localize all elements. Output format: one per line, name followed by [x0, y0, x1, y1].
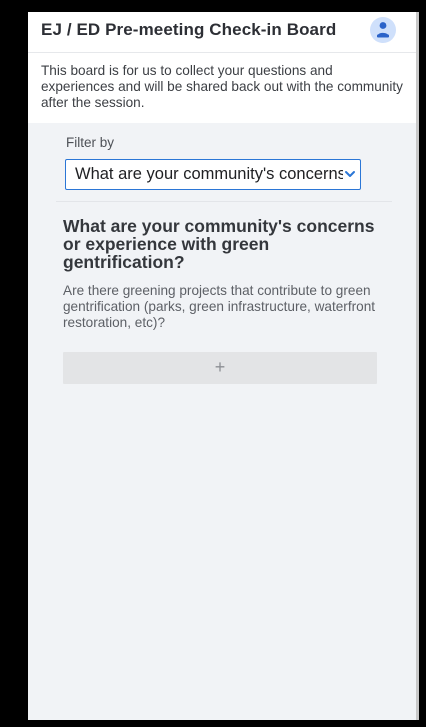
- avatar[interactable]: [370, 17, 396, 43]
- board-description-panel: This board is for us to collect your que…: [28, 53, 416, 123]
- section-divider: [56, 201, 392, 202]
- board-title: EJ / ED Pre-meeting Check-in Board: [41, 20, 337, 39]
- filter-label: Filter by: [66, 135, 115, 150]
- phone-frame: EJ / ED Pre-meeting Check-in Board This …: [0, 0, 426, 727]
- app-screen: EJ / ED Pre-meeting Check-in Board This …: [28, 12, 419, 720]
- top-bar: EJ / ED Pre-meeting Check-in Board: [28, 12, 416, 53]
- board-description: This board is for us to collect your que…: [41, 63, 403, 110]
- chevron-down-icon: [345, 171, 355, 177]
- question-title: What are your community's concerns or ex…: [63, 216, 375, 272]
- filter-select[interactable]: What are your community's concerns or ex…: [65, 159, 361, 190]
- plus-icon: +: [214, 357, 226, 377]
- filter-selected-value: What are your community's concerns or ex…: [75, 165, 343, 183]
- question-description: Are there greening projects that contrib…: [63, 283, 376, 330]
- person-icon: [377, 22, 389, 38]
- add-post-button[interactable]: +: [63, 352, 377, 384]
